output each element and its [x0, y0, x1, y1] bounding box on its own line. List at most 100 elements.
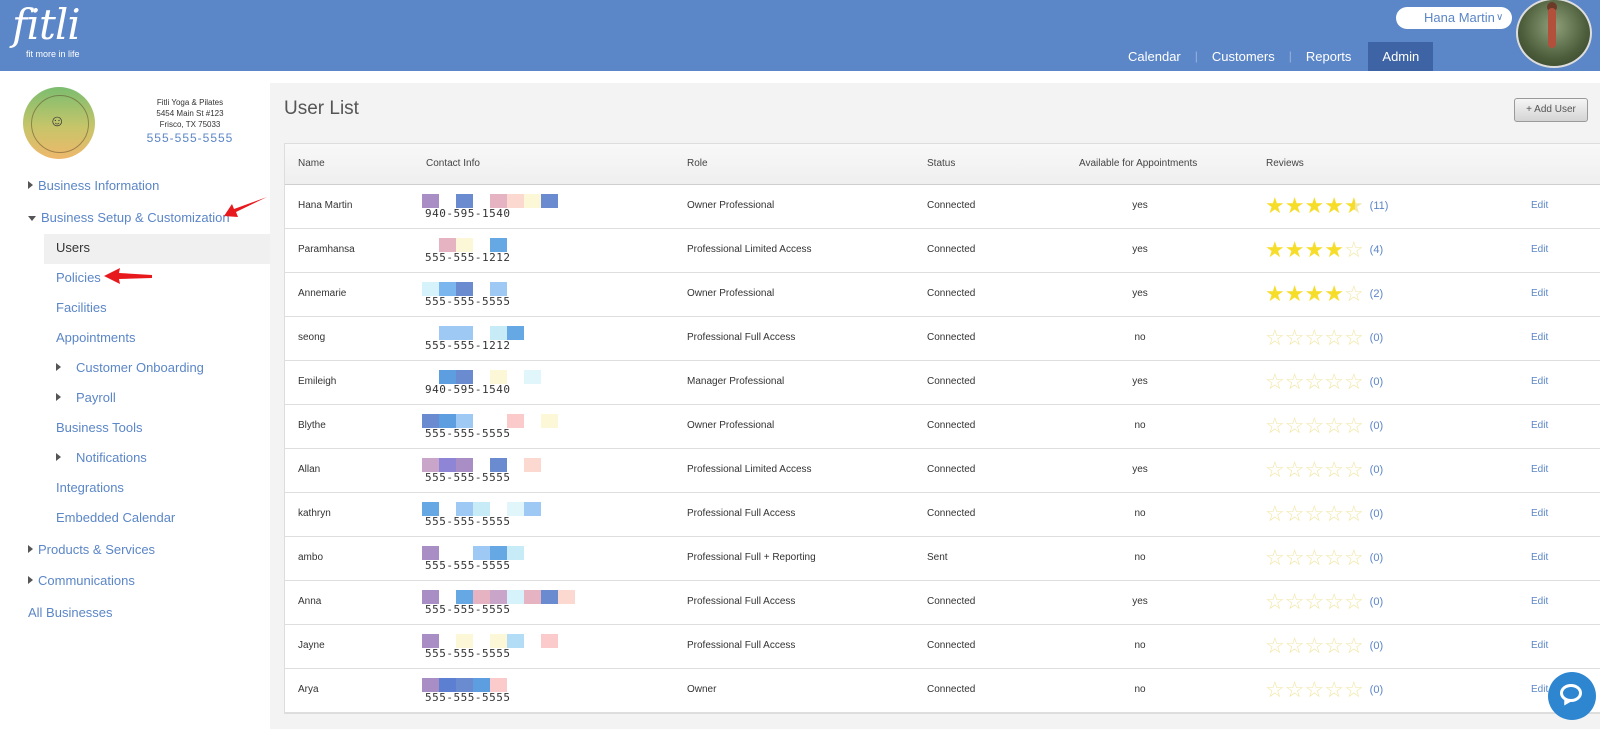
edit-user-link[interactable]: Edit	[1531, 640, 1548, 651]
nav-admin[interactable]: Admin	[1368, 42, 1434, 71]
contact-info-cell: 555-555-1212	[422, 326, 562, 356]
status-cell: Sent	[927, 552, 948, 563]
status-cell: Connected	[927, 464, 976, 475]
status-cell: Connected	[927, 684, 976, 695]
sidebar-item-all-businesses[interactable]: All Businesses	[28, 605, 113, 620]
business-info: Fitli Yoga & Pilates 5454 Main St #123 F…	[135, 97, 245, 144]
column-header-reviews[interactable]: Reviews	[1266, 158, 1304, 169]
phone-number: 555-555-5555	[425, 603, 511, 616]
star-icon: ☆	[1265, 457, 1285, 482]
star-icon: ☆	[1343, 589, 1364, 614]
chat-launcher[interactable]	[1548, 672, 1596, 720]
review-count-link[interactable]: (4)	[1370, 244, 1383, 256]
reviews-cell: ☆☆☆☆☆ (0)	[1265, 458, 1383, 482]
review-count-link[interactable]: (0)	[1370, 464, 1383, 476]
star-icon: ★	[1284, 193, 1305, 218]
review-count-link[interactable]: (0)	[1370, 552, 1383, 564]
user-name: Hana Martin	[1424, 10, 1495, 25]
role-cell: Manager Professional	[687, 376, 785, 387]
column-header-available[interactable]: Available for Appointments	[1079, 158, 1197, 169]
sidebar-item-business-tools[interactable]: Business Tools	[56, 420, 142, 435]
star-icon: ☆	[1284, 413, 1305, 438]
sidebar-item-customer-onboarding[interactable]: Customer Onboarding	[56, 360, 204, 375]
sidebar-item-policies[interactable]: Policies	[56, 270, 101, 285]
user-menu[interactable]: Hana Martin ∨	[1396, 7, 1512, 29]
table-row: Blythe 555-555-5555 Owner Professional Conn…	[285, 405, 1600, 449]
table-body: Hana Martin 940-595-1540 Owner Professiona…	[285, 185, 1600, 713]
annotation-arrow-icon	[104, 268, 152, 284]
sidebar-item-integrations[interactable]: Integrations	[56, 480, 124, 495]
nav-calendar[interactable]: Calendar	[1114, 42, 1195, 71]
business-phone[interactable]: 555-555-5555	[135, 132, 245, 144]
star-icon: ☆	[1304, 457, 1325, 482]
review-count-link[interactable]: (0)	[1370, 376, 1383, 388]
avatar[interactable]	[1516, 0, 1592, 68]
edit-user-link[interactable]: Edit	[1531, 332, 1548, 343]
sidebar-item-communications[interactable]: Communications	[28, 573, 135, 588]
column-header-status[interactable]: Status	[927, 158, 955, 169]
reviews-cell: ☆☆☆☆☆ (0)	[1265, 590, 1383, 614]
redacted-email-block	[422, 590, 575, 604]
star-icon: ☆	[1343, 413, 1364, 438]
sidebar-item-notifications[interactable]: Notifications	[56, 450, 147, 465]
edit-user-link[interactable]: Edit	[1531, 244, 1548, 255]
review-count-link[interactable]: (0)	[1370, 508, 1383, 520]
review-count-link[interactable]: (11)	[1370, 200, 1389, 212]
nav-customers[interactable]: Customers	[1198, 42, 1289, 71]
review-count-link[interactable]: (0)	[1370, 684, 1383, 696]
table-row: seong 555-555-1212 Professional Full Acces…	[285, 317, 1600, 361]
sidebar-item-business-information[interactable]: Business Information	[28, 178, 159, 193]
star-rating: ☆☆☆☆☆	[1265, 413, 1364, 438]
edit-user-link[interactable]: Edit	[1531, 288, 1548, 299]
sidebar-item-products-services[interactable]: Products & Services	[28, 542, 155, 557]
status-cell: Connected	[927, 376, 976, 387]
caret-down-icon	[28, 216, 36, 221]
edit-user-link[interactable]: Edit	[1531, 508, 1548, 519]
review-count-link[interactable]: (0)	[1370, 420, 1383, 432]
edit-user-link[interactable]: Edit	[1531, 684, 1548, 695]
star-icon: ☆	[1284, 633, 1305, 658]
add-user-button[interactable]: + Add User	[1514, 98, 1588, 122]
role-cell: Owner Professional	[687, 420, 775, 431]
sidebar-item-facilities[interactable]: Facilities	[56, 300, 107, 315]
status-cell: Connected	[927, 244, 976, 255]
edit-user-link[interactable]: Edit	[1531, 420, 1548, 431]
sidebar-item-payroll[interactable]: Payroll	[56, 390, 116, 405]
nav-reports[interactable]: Reports	[1292, 42, 1366, 71]
star-icon: ☆	[1265, 545, 1285, 570]
star-rating: ★★★★☆	[1265, 281, 1364, 306]
contact-info-cell: 555-555-5555	[422, 414, 562, 444]
user-table: Name Contact Info Role Status Available …	[284, 143, 1600, 714]
fitli-logo[interactable]: fitli fit more in life	[12, 2, 81, 60]
star-icon: ☆	[1265, 325, 1285, 350]
contact-info-cell: 940-595-1540	[422, 370, 562, 400]
phone-number: 555-555-5555	[425, 427, 511, 440]
business-logo: ☺	[23, 87, 95, 159]
edit-user-link[interactable]: Edit	[1531, 596, 1548, 607]
column-header-role[interactable]: Role	[687, 158, 708, 169]
review-count-link[interactable]: (0)	[1370, 640, 1383, 652]
reviews-cell: ☆☆☆☆☆ (0)	[1265, 502, 1383, 526]
phone-number: 555-555-5555	[425, 515, 511, 528]
table-row: kathryn 555-555-5555 Professional Full Acc…	[285, 493, 1600, 537]
sidebar-item-business-setup[interactable]: Business Setup & Customization	[28, 210, 230, 225]
edit-user-link[interactable]: Edit	[1531, 552, 1548, 563]
sidebar-item-appointments[interactable]: Appointments	[56, 330, 136, 345]
review-count-link[interactable]: (2)	[1370, 288, 1383, 300]
redacted-email-block	[422, 678, 507, 692]
edit-user-link[interactable]: Edit	[1531, 376, 1548, 387]
sidebar-item-users[interactable]: Users	[56, 240, 90, 255]
column-header-name[interactable]: Name	[298, 158, 325, 169]
review-count-link[interactable]: (0)	[1370, 596, 1383, 608]
contact-info-cell: 555-555-5555	[422, 678, 562, 708]
review-count-link[interactable]: (0)	[1370, 332, 1383, 344]
sidebar-item-embedded-calendar[interactable]: Embedded Calendar	[56, 510, 175, 525]
edit-user-link[interactable]: Edit	[1531, 200, 1548, 211]
star-icon: ☆	[1343, 281, 1364, 306]
star-rating: ★★★★★	[1265, 193, 1364, 218]
contact-info-cell: 940-595-1540	[422, 194, 562, 224]
phone-number: 555-555-5555	[425, 559, 511, 572]
star-icon: ☆	[1265, 501, 1285, 526]
user-name-cell: Emileigh	[298, 376, 337, 387]
edit-user-link[interactable]: Edit	[1531, 464, 1548, 475]
